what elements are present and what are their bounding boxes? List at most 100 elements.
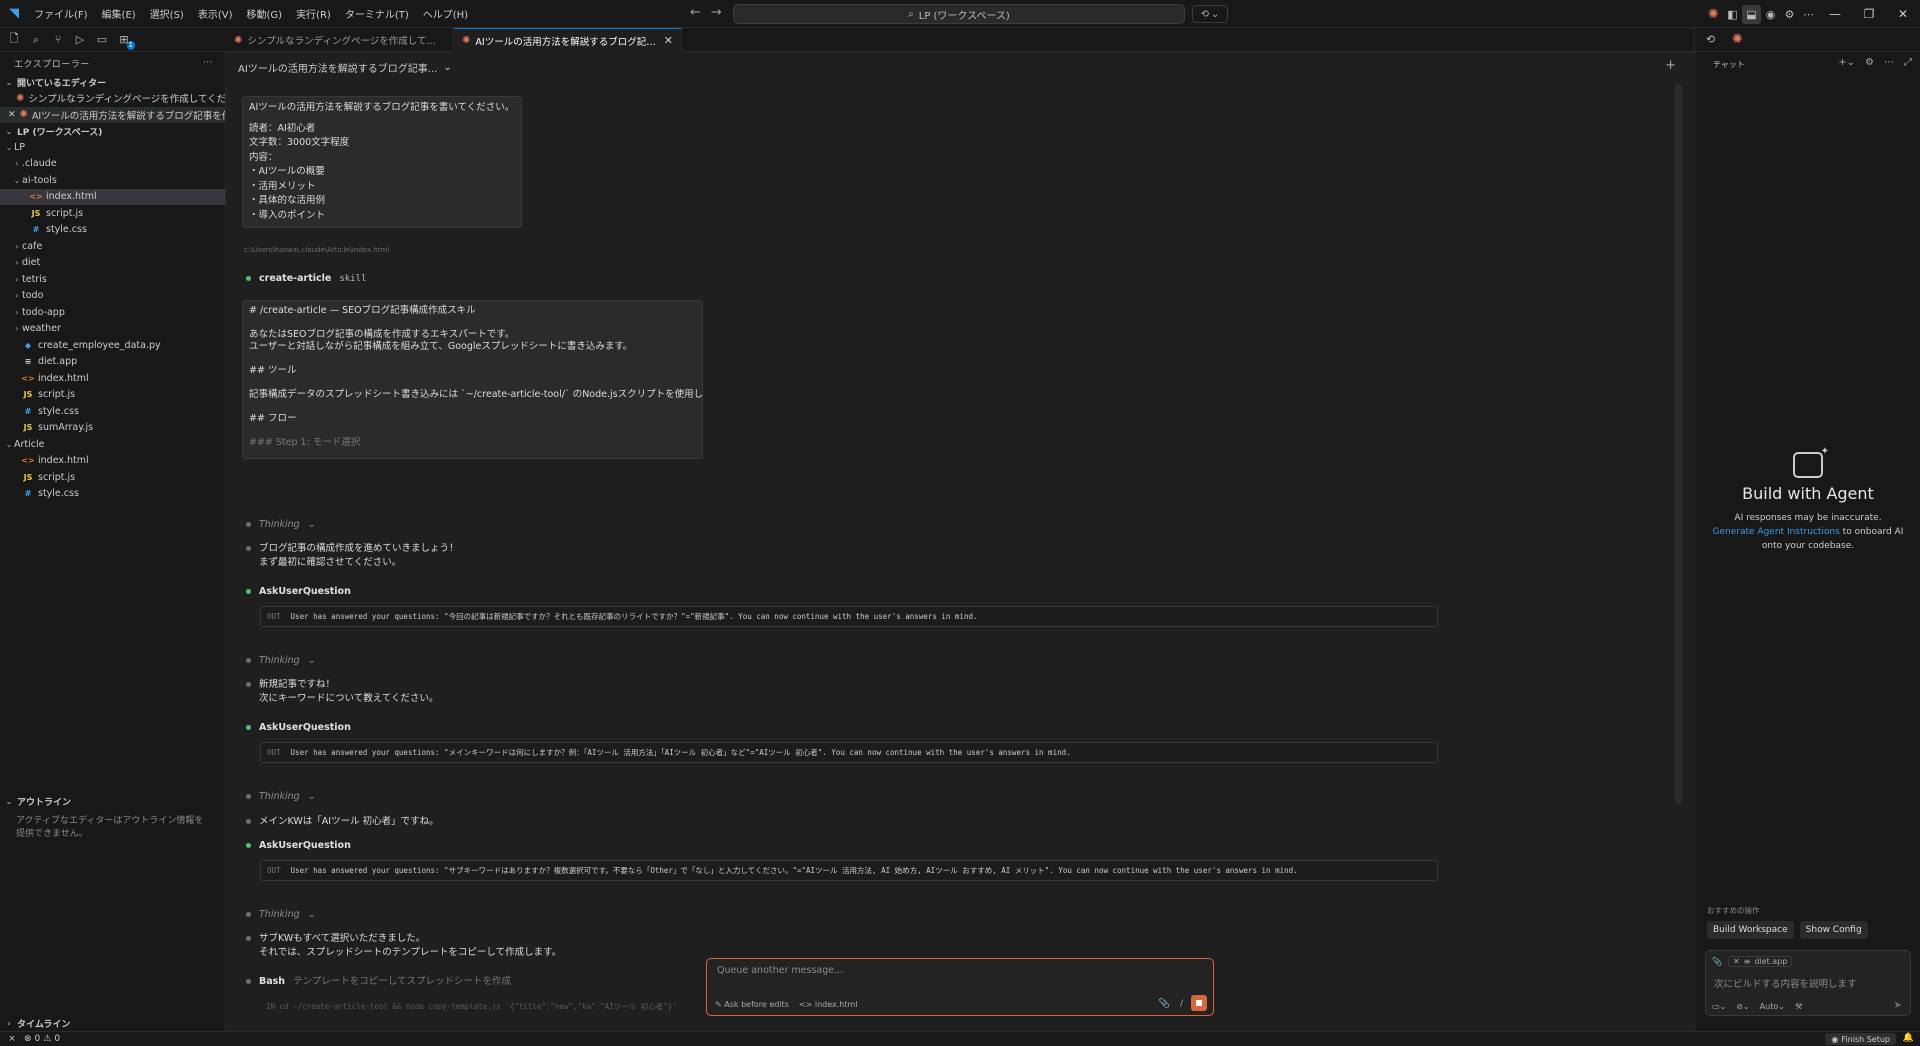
new-chat-icon[interactable]: +⌄ [1838,57,1855,68]
tree-folder[interactable]: › tetris [0,271,225,288]
tree-file[interactable]: ◆ create_employee_data.py [0,337,225,354]
menu-go[interactable]: 移動(G) [241,3,289,24]
tree-file[interactable]: # style.css [0,222,225,239]
settings-gear-icon[interactable]: ⚙ [1865,57,1874,68]
tools-picker[interactable]: ⊘⌄ [1736,1002,1749,1011]
menu-help[interactable]: ヘルプ(H) [417,3,474,24]
source-control-icon[interactable]: ⑂ [50,32,66,48]
settings-gear-icon[interactable]: ⚙ [1780,5,1799,24]
thinking-toggle[interactable]: Thinking ⌄ [246,518,316,532]
menu-view[interactable]: 表示(V) [192,3,239,24]
menu-selection[interactable]: 選択(S) [144,3,190,24]
close-window-icon[interactable]: ✕ [1886,0,1920,28]
toggle-panel-icon[interactable]: ⬓ [1742,4,1761,24]
open-editor-item[interactable]: ✕ ✺ AIツールの活用方法を解説するブログ記事を作... [0,106,225,123]
copilot-menu-button[interactable]: ⟲ ⌄ [1192,5,1228,23]
slash-command-icon[interactable]: / [1180,999,1183,1009]
send-icon[interactable]: ➤ [1894,1000,1902,1011]
build-workspace-button[interactable]: Build Workspace [1707,921,1794,939]
tab-ai-tools-article[interactable]: ✺ AIツールの活用方法を解説するブログ記事を書いて... ✕ [454,28,682,52]
explorer-more-icon[interactable]: ··· [203,58,213,68]
tool-output[interactable]: OUT User has answered your questions: "サ… [260,860,1438,881]
tree-folder[interactable]: ⌄ ai-tools [0,172,225,189]
tool-call-header[interactable]: AskUserQuestion [246,721,351,735]
tree-folder[interactable]: › diet [0,255,225,272]
finish-setup-button[interactable]: ◉ Finish Setup [1825,1033,1896,1045]
open-editors-section[interactable]: ⌄ 開いているエディター [0,74,225,90]
thinking-toggle[interactable]: Thinking ⌄ [246,654,316,668]
tree-folder[interactable]: › weather [0,321,225,338]
tool-call-header[interactable]: AskUserQuestion [246,839,351,853]
new-conversation-icon[interactable]: + [1665,58,1676,73]
tree-file[interactable]: <> index.html [0,188,225,205]
menu-terminal[interactable]: ターミナル(T) [339,3,415,24]
tree-file[interactable]: JS script.js [0,469,225,486]
toggle-sidebar-icon[interactable]: ◧ [1723,5,1742,24]
tree-file[interactable]: JS script.js [0,205,225,222]
minimize-icon[interactable]: — [1818,0,1852,28]
show-config-button[interactable]: Show Config [1799,921,1868,939]
menu-edit[interactable]: 編集(E) [96,3,142,24]
context-file-chip[interactable]: <> index.html [799,1000,858,1009]
thinking-toggle[interactable]: Thinking ⌄ [246,790,316,804]
scrollbar[interactable] [1675,84,1682,804]
restore-icon[interactable]: ❐ [1852,0,1886,28]
close-icon[interactable]: ✕ [8,110,16,120]
notifications-bell-icon[interactable]: 🔔 [1903,1033,1914,1043]
model-picker[interactable]: Auto⌄ [1760,1002,1785,1011]
maximize-icon[interactable]: ⤢ [1904,57,1912,68]
tool-call-header[interactable]: AskUserQuestion [246,585,351,599]
tree-folder[interactable]: › .claude [0,156,225,173]
context-chip[interactable]: ✕ ≡ diet.app [1727,956,1793,967]
tree-folder[interactable]: ⌄ Article [0,436,225,453]
tools-icon[interactable]: ⚒ [1795,1002,1802,1011]
message-composer[interactable]: Queue another message... ✎ Ask before ed… [706,958,1214,1016]
agent-mode-picker[interactable]: ▭⌄ [1712,1002,1726,1011]
tree-file[interactable]: # style.css [0,486,225,503]
tree-folder[interactable]: › cafe [0,238,225,255]
attach-icon[interactable]: 📎 [1159,999,1170,1009]
back-arrow-icon[interactable]: ← [690,5,701,20]
generate-instructions-link[interactable]: Generate Agent Instructions [1713,527,1840,537]
tree-file[interactable]: <> index.html [0,370,225,387]
tree-file[interactable]: ≡ diet.app [0,354,225,371]
open-editor-item[interactable]: ✺ シンプルなランディングページを作成してください。... [0,90,225,107]
account-icon[interactable]: ◉ [1761,5,1780,24]
explorer-icon[interactable]: 🗋 [6,32,22,48]
tool-output[interactable]: OUT User has answered your questions: "今… [260,606,1438,627]
run-debug-icon[interactable]: ▷ [72,32,88,48]
message-input[interactable]: Queue another message... [717,965,843,976]
remote-icon[interactable]: ⨯ [0,1034,24,1044]
tree-folder[interactable]: › todo [0,288,225,305]
skill-content[interactable]: # /create-article — SEOブログ記事構成作成スキル あなたは… [242,300,703,459]
chat-input-placeholder[interactable]: 次にビルドする内容を説明します [1714,976,1857,990]
conversation-title[interactable]: AIツールの活用方法を解説するブログ記事... ⌄ [238,60,452,75]
command-center-search[interactable]: ⌕ LP (ワークスペース) [733,4,1185,24]
ask-before-edits-button[interactable]: ✎ Ask before edits [715,1000,789,1009]
close-icon[interactable]: ✕ [664,34,673,47]
problems-indicator[interactable]: ⊗ 0 ⚠ 0 [24,1034,60,1044]
claude-icon[interactable]: ✺ [1728,30,1747,49]
more-icon[interactable]: ⋯ [1799,5,1818,24]
workspace-section[interactable]: ⌄ LP (ワークスペース) [0,123,225,139]
close-icon[interactable]: ✕ [1733,957,1740,966]
search-view-icon[interactable]: ⌕ [28,32,44,48]
tree-folder[interactable]: › todo-app [0,304,225,321]
attach-context-icon[interactable]: 📎 [1712,957,1722,966]
file-path[interactable]: c:\Users\haswa\.claude\Article\index.htm… [244,246,389,254]
tool-output[interactable]: OUT User has answered your questions: "メ… [260,742,1438,763]
thinking-toggle[interactable]: Thinking ⌄ [246,908,316,922]
tool-call-header[interactable]: Bash テンプレートをコピーしてスプレッドシートを作成 [246,975,511,989]
menu-file[interactable]: ファイル(F) [28,3,94,24]
tab-landing-page[interactable]: ✺ シンプルなランディングページを作成してください... [226,28,454,52]
outline-section[interactable]: ⌄ アウトライン [0,793,225,809]
stop-button[interactable] [1191,995,1207,1011]
menu-run[interactable]: 実行(R) [290,3,337,24]
tree-file[interactable]: JS sumArray.js [0,420,225,437]
extensions-icon[interactable]: ⊞ 1 [116,32,135,50]
claude-icon[interactable]: ✺ [1704,5,1723,24]
tree-file[interactable]: JS script.js [0,387,225,404]
chat-history-icon[interactable]: ⟲ [1701,30,1720,49]
more-icon[interactable]: ⋯ [1884,57,1894,68]
tree-file[interactable]: <> index.html [0,453,225,470]
